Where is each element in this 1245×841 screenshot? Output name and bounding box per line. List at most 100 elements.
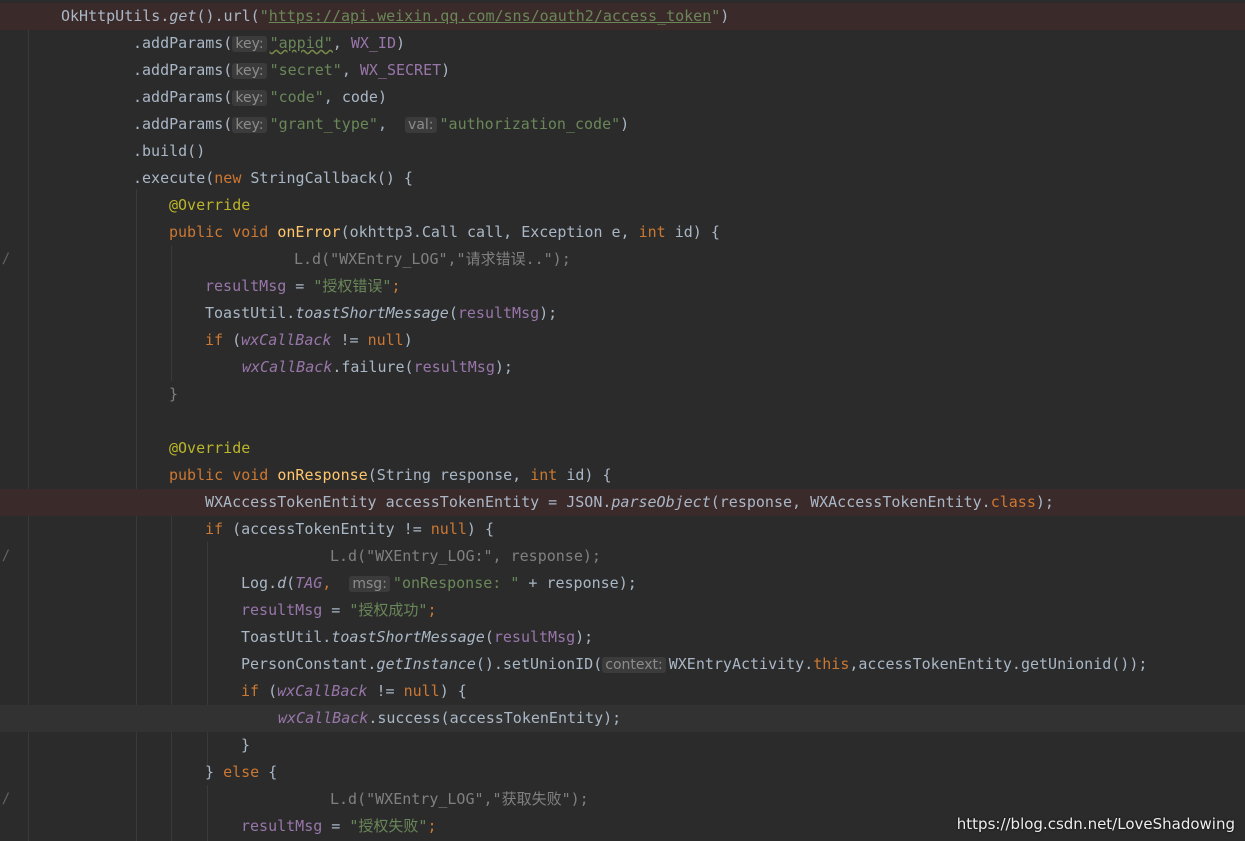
code-token: " <box>711 7 721 25</box>
code-line[interactable]: @Override <box>0 435 1245 462</box>
code-line[interactable]: WXAccessTokenEntity accessTokenEntity = … <box>0 489 1245 516</box>
code-line[interactable]: resultMsg = "授权错误"; <box>0 273 1245 300</box>
code-line[interactable]: PersonConstant.getInstance().setUnionID(… <box>0 651 1245 678</box>
code-token: StringCallback() { <box>241 169 413 187</box>
code-line[interactable]: if (wxCallBack != null) { <box>0 678 1245 705</box>
code-token: != <box>367 682 404 700</box>
code-token: null <box>367 331 404 349</box>
code-line[interactable]: .addParams(key: "appid", WX_ID) <box>0 30 1245 57</box>
gutter-mark: / <box>1 251 11 267</box>
code-token: public <box>169 466 224 484</box>
code-token: int <box>530 466 558 484</box>
code-line[interactable]: } <box>0 381 1245 408</box>
code-token: ) <box>720 7 730 25</box>
code-line[interactable]: .execute(new StringCallback() { <box>0 165 1245 192</box>
code-token: , <box>332 34 351 52</box>
code-token: null <box>430 520 467 538</box>
parameter-hint: val: <box>405 117 437 133</box>
code-line[interactable]: ToastUtil.toastShortMessage(resultMsg); <box>0 624 1245 651</box>
code-token: resultMsg <box>241 601 323 619</box>
code-token: else <box>223 763 260 781</box>
gutter-mark: / <box>1 791 11 807</box>
code-line[interactable]: public void onResponse(String response, … <box>0 462 1245 489</box>
code-token: getInstance <box>376 655 476 673</box>
url-link[interactable]: https://api.weixin.qq.com/sns/oauth2/acc… <box>269 7 712 25</box>
code-token: L.d("WXEntry_LOG","请求错误.."); <box>294 250 571 268</box>
code-token: toastShortMessage <box>295 304 449 322</box>
code-token: = <box>322 817 350 835</box>
code-token: class <box>990 493 1036 511</box>
code-token: null <box>403 682 440 700</box>
code-token: = <box>286 277 314 295</box>
code-line-current[interactable]: wxCallBack.success(accessTokenEntity); <box>0 705 1245 732</box>
code-token: void <box>232 223 269 241</box>
code-token: ().setUnionID( <box>475 655 603 673</box>
code-token: L.d("WXEntry_LOG:", response); <box>330 547 601 565</box>
code-token: resultMsg <box>457 304 540 322</box>
code-line[interactable]: if (accessTokenEntity != null) { <box>0 516 1245 543</box>
code-line[interactable]: resultMsg = "授权成功"; <box>0 597 1245 624</box>
code-line[interactable]: @Override <box>0 192 1245 219</box>
code-token: if <box>205 520 224 538</box>
parameter-hint: key: <box>232 63 267 79</box>
code-line[interactable]: .build() <box>0 138 1245 165</box>
code-token: L.d("WXEntry_LOG","获取失败"); <box>330 790 589 808</box>
code-token: ) <box>620 115 630 133</box>
code-token: "授权错误" <box>313 277 392 295</box>
code-token: , <box>323 88 342 106</box>
code-editor[interactable]: OkHttpUtils.get().url("https://api.weixi… <box>0 0 1245 841</box>
code-token: != <box>331 331 368 349</box>
code-token: if <box>205 331 224 349</box>
parameter-hint: key: <box>232 117 267 133</box>
code-token: parseObject <box>611 493 711 511</box>
code-line[interactable]: ToastUtil.toastShortMessage(resultMsg); <box>0 300 1245 327</box>
code-token: ); <box>575 628 594 646</box>
code-token: toastShortMessage <box>331 628 485 646</box>
code-token: if <box>241 682 260 700</box>
code-line[interactable]: / L.d("WXEntry_LOG","获取失败"); <box>0 786 1245 813</box>
code-token: int <box>638 223 666 241</box>
code-token: } <box>169 385 179 403</box>
code-token: + response); <box>519 574 637 592</box>
code-token: (okhttp3.Call call, Exception e, <box>340 223 639 241</box>
code-token: ) { <box>439 682 467 700</box>
code-token: "授权失败" <box>349 817 428 835</box>
code-line[interactable]: wxCallBack.failure(resultMsg); <box>0 354 1245 381</box>
code-token: wxCallBack <box>277 682 368 700</box>
code-token: ) <box>377 88 387 106</box>
code-token: @Override <box>169 196 251 214</box>
code-token: .build() <box>133 142 206 160</box>
code-line[interactable]: / L.d("WXEntry_LOG","请求错误.."); <box>0 246 1245 273</box>
code-token: void <box>232 466 269 484</box>
code-token: ); <box>1035 493 1054 511</box>
code-token: d <box>277 574 287 592</box>
code-line[interactable]: OkHttpUtils.get().url("https://api.weixi… <box>0 3 1245 30</box>
code-token: ( <box>286 574 296 592</box>
code-token: ; <box>427 817 437 835</box>
code-line[interactable]: } else { <box>0 759 1245 786</box>
code-token: WXEntryActivity. <box>668 655 814 673</box>
code-token: "onResponse: " <box>392 574 520 592</box>
code-line[interactable]: Log.d(TAG, msg: "onResponse: " + response… <box>0 570 1245 597</box>
code-line[interactable]: .addParams(key: "code", code) <box>0 84 1245 111</box>
code-token: public <box>169 223 224 241</box>
code-token: .addParams( <box>133 115 233 133</box>
code-token: .addParams( <box>133 34 233 52</box>
code-line[interactable]: .addParams(key: "secret", WX_SECRET) <box>0 57 1245 84</box>
parameter-hint: key: <box>232 90 267 106</box>
code-token: ,accessTokenEntity.getUnionid()); <box>849 655 1148 673</box>
code-token: "授权成功" <box>349 601 428 619</box>
code-line[interactable]: .addParams(key: "grant_type", val: "author… <box>0 111 1245 138</box>
code-line[interactable]: } <box>0 732 1245 759</box>
code-token: resultMsg <box>205 277 287 295</box>
code-token: ( <box>259 682 278 700</box>
code-token: ToastUtil. <box>241 628 332 646</box>
code-token: "code" <box>269 88 324 106</box>
code-token: ToastUtil. <box>205 304 296 322</box>
code-token: resultMsg <box>241 817 323 835</box>
code-line[interactable]: / L.d("WXEntry_LOG:", response); <box>0 543 1245 570</box>
code-line[interactable]: public void onError(okhttp3.Call call, E… <box>0 219 1245 246</box>
code-token: wxCallBack <box>242 358 333 376</box>
code-line[interactable]: if (wxCallBack != null) <box>0 327 1245 354</box>
code-token: ; <box>427 601 437 619</box>
